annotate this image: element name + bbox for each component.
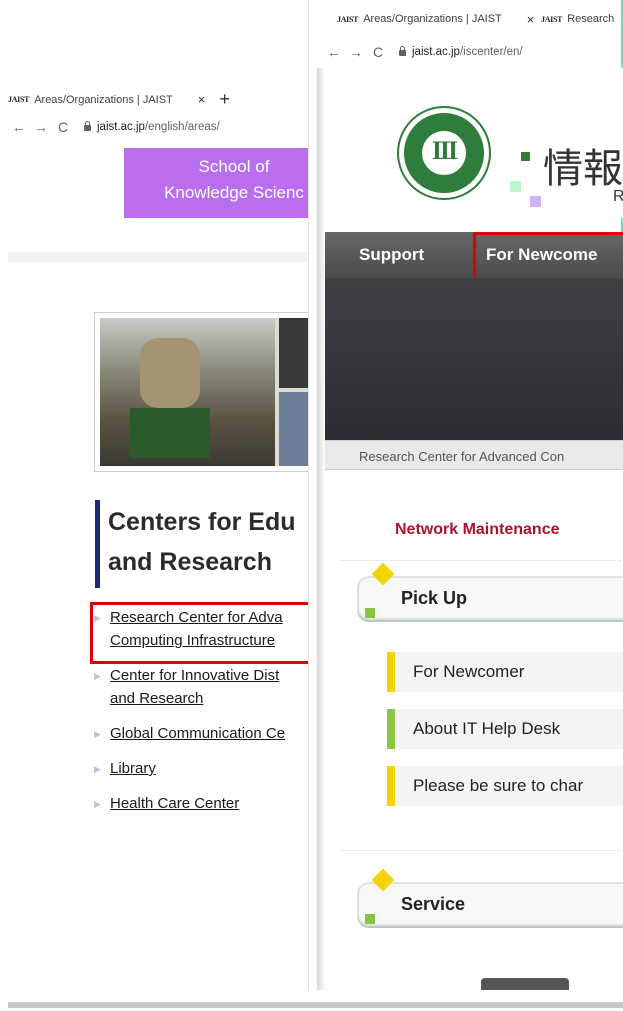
pickup-item-it-help-desk[interactable]: About IT Help Desk <box>387 709 623 749</box>
diamond-icon <box>371 562 395 586</box>
pickup-title: Pick Up <box>401 588 468 608</box>
partial-button[interactable] <box>481 978 569 990</box>
jaist-favicon-icon: JAIST <box>8 95 30 104</box>
site-logo[interactable]: 情報 R <box>325 68 623 218</box>
url-field[interactable]: jaist.ac.jp/iscenter/en/ <box>412 46 523 58</box>
logo-subtitle: R <box>613 188 623 206</box>
address-bar: ← → C jaist.ac.jp/iscenter/en/ <box>309 38 623 66</box>
network-maintenance-notice[interactable]: Network Maintenance <box>395 521 559 539</box>
tab-areas-organizations[interactable]: JAIST Areas/Organizations | JAIST × <box>337 8 534 30</box>
link-library[interactable]: Library <box>94 757 285 781</box>
back-browser-window: JAIST Areas/Organizations | JAIST × + ← … <box>0 82 330 1011</box>
service-section-header: Service <box>357 868 623 926</box>
service-title: Service <box>401 894 466 914</box>
tab-research-center[interactable]: JAIST Research <box>541 8 614 30</box>
section-divider <box>8 252 330 262</box>
diamond-icon <box>371 868 395 892</box>
url-path: /english/areas/ <box>144 121 220 133</box>
close-tab-icon[interactable]: × <box>527 12 535 27</box>
centers-heading: Centers for Edu and Research <box>108 502 296 582</box>
reload-icon[interactable]: C <box>52 119 74 135</box>
back-arrow-icon[interactable]: ← <box>8 119 30 135</box>
tab-areas-organizations[interactable]: JAIST Areas/Organizations | JAIST × + <box>8 86 230 113</box>
forward-arrow-icon[interactable]: → <box>345 44 367 60</box>
school-knowledge-science-link[interactable]: School of Knowledge Scienc <box>124 148 330 218</box>
heading-accent-bar <box>95 500 100 588</box>
tab-title: Areas/Organizations | JAIST <box>363 13 502 25</box>
close-tab-icon[interactable]: × <box>198 92 206 107</box>
back-arrow-icon[interactable]: ← <box>323 44 345 60</box>
pickup-section-header: Pick Up <box>357 562 623 620</box>
school-box-line2: Knowledge Scienc <box>164 183 304 202</box>
url-host: jaist.ac.jp <box>412 46 460 58</box>
school-box-line1: School of <box>198 157 270 176</box>
jaist-favicon-icon: JAIST <box>541 14 563 24</box>
link-center-innovative-distance[interactable]: Center for Innovative Distand Research <box>94 664 285 710</box>
jaist-favicon-icon: JAIST <box>337 14 359 24</box>
url-host: jaist.ac.jp <box>97 121 145 133</box>
forward-arrow-icon[interactable]: → <box>30 119 52 135</box>
lock-icon <box>84 121 91 131</box>
logo-kanji: 情報 <box>543 147 623 191</box>
pickup-item-newcomer[interactable]: For Newcomer <box>387 652 623 692</box>
lock-icon <box>399 46 406 56</box>
divider <box>339 560 623 561</box>
pickup-item-please-change[interactable]: Please be sure to char <box>387 766 623 806</box>
nav-support[interactable]: Support <box>359 245 424 265</box>
address-bar: ← → C jaist.ac.jp/english/areas/ <box>0 113 330 141</box>
centers-photo <box>94 312 330 472</box>
page-edge-shadow <box>317 68 325 990</box>
heading-line1: Centers for Edu <box>108 508 296 536</box>
link-health-care-center[interactable]: Health Care Center <box>94 792 285 816</box>
tab-title: Areas/Organizations | JAIST <box>34 93 173 106</box>
reload-icon[interactable]: C <box>367 44 389 60</box>
hero-banner <box>325 278 623 440</box>
link-global-communication-center[interactable]: Global Communication Ce <box>94 722 285 746</box>
url-path: /iscenter/en/ <box>459 46 523 58</box>
tab-title: Research <box>567 13 615 25</box>
jaist-seal-icon <box>399 108 489 198</box>
url-field[interactable]: jaist.ac.jp/english/areas/ <box>97 121 220 133</box>
highlight-box-research-center-link <box>90 602 330 664</box>
breadcrumb[interactable]: Research Center for Advanced Con <box>325 440 623 470</box>
new-tab-button[interactable]: + <box>219 89 230 110</box>
heading-line2: and Research <box>108 548 272 576</box>
main-nav: Support For Newcome <box>325 232 623 286</box>
front-browser-window: JAIST Areas/Organizations | JAIST × JAIS… <box>308 0 623 990</box>
horizontal-scrollbar[interactable] <box>0 990 623 1011</box>
tab-bar: JAIST Areas/Organizations | JAIST × + <box>0 82 330 113</box>
divider <box>339 850 623 851</box>
